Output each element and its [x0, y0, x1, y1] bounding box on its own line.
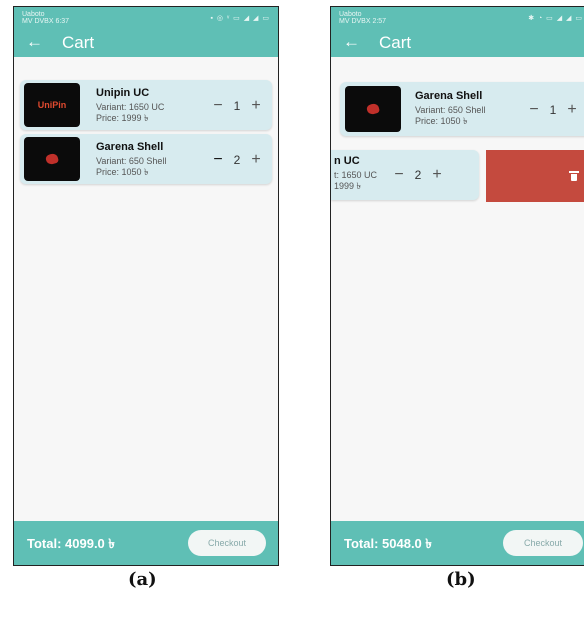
trash-icon[interactable] [569, 171, 579, 181]
status-left: Uaboto MV DVBX 2:57 [339, 11, 387, 25]
quantity-stepper: − 1 + [526, 101, 580, 119]
decrement-button[interactable]: − [391, 166, 407, 184]
quantity-stepper: − 2 + [210, 151, 264, 169]
item-name: Unipin UC [96, 87, 150, 99]
checkout-bar: Total: 5048.0 ৳ Checkout [331, 521, 584, 565]
caption-a: (a) [128, 569, 157, 590]
status-icons: ▪ ◎ ᵛ ▭ ◢ ◢ ▭ [210, 15, 270, 22]
item-price: Price: 1050 ৳ [96, 167, 149, 177]
item-name: Garena Shell [96, 141, 164, 153]
quantity-value: 1 [549, 103, 557, 117]
item-variant: t: 1650 UC [334, 170, 378, 180]
increment-button[interactable]: + [248, 97, 264, 115]
back-arrow-icon[interactable]: ← [343, 32, 360, 52]
decrement-button[interactable]: − [526, 101, 542, 119]
cart-item-garena[interactable]: Garena Shell Variant: 650 Shell Price: 1… [20, 134, 272, 184]
caption-b: (b) [446, 569, 476, 590]
item-variant: Variant: 650 Shell [96, 156, 167, 166]
checkout-button[interactable]: Checkout [503, 530, 583, 556]
cart-total: Total: 4099.0 ৳ [27, 536, 115, 551]
status-bar: Uaboto MV DVBX 6:37 ▪ ◎ ᵛ ▭ ◢ ◢ ▭ [14, 7, 278, 29]
cart-item-unipin-swiped[interactable]: n UC t: 1650 UC 1999 ৳ − 2 + [331, 150, 479, 200]
increment-button[interactable]: + [248, 151, 264, 169]
page-title: Cart [379, 33, 412, 52]
cart-item-garena[interactable]: Garena Shell Variant: 650 Shell Price: 1… [340, 82, 584, 136]
cart-total: Total: 5048.0 ৳ [344, 536, 432, 551]
item-price: Price: 1999 ৳ [96, 113, 149, 123]
item-name: n UC [334, 155, 360, 167]
quantity-value: 1 [233, 99, 241, 113]
product-thumbnail [345, 86, 401, 132]
app-bar: ← Cart [331, 29, 584, 57]
decrement-button[interactable]: − [210, 97, 226, 115]
status-icons: ✱ ◔ ▭ ◢ ◢ ▭ [528, 15, 583, 22]
decrement-button[interactable]: − [210, 151, 226, 169]
cart-item-unipin[interactable]: UniPin Unipin UC Variant: 1650 UC Price:… [20, 80, 272, 130]
item-variant: Variant: 1650 UC [96, 102, 165, 112]
garena-logo-icon [44, 152, 60, 166]
increment-button[interactable]: + [429, 166, 445, 184]
unipin-logo: UniPin [37, 100, 67, 110]
quantity-stepper: − 2 + [391, 166, 445, 184]
phone-screen-b: Uaboto MV DVBX 2:57 ✱ ◔ ▭ ◢ ◢ ▭ ← Cart G… [330, 6, 584, 566]
page-title: Cart [62, 33, 95, 52]
item-price: Price: 1050 ৳ [415, 116, 468, 126]
product-thumbnail [24, 137, 80, 181]
quantity-stepper: − 1 + [210, 97, 264, 115]
item-name: Garena Shell [415, 90, 483, 102]
item-price: 1999 ৳ [334, 181, 362, 191]
checkout-button[interactable]: Checkout [188, 530, 266, 556]
phone-screen-a: Uaboto MV DVBX 6:37 ▪ ◎ ᵛ ▭ ◢ ◢ ▭ ← Cart… [13, 6, 279, 566]
product-thumbnail: UniPin [24, 83, 80, 127]
status-bar: Uaboto MV DVBX 2:57 ✱ ◔ ▭ ◢ ◢ ▭ [331, 7, 584, 29]
quantity-value: 2 [233, 153, 241, 167]
back-arrow-icon[interactable]: ← [26, 32, 43, 52]
quantity-value: 2 [414, 168, 422, 182]
item-variant: Variant: 650 Shell [415, 105, 486, 115]
swipe-delete-action[interactable] [486, 150, 584, 202]
garena-logo-icon [365, 102, 381, 116]
increment-button[interactable]: + [564, 101, 580, 119]
status-left: Uaboto MV DVBX 6:37 [22, 11, 70, 25]
app-bar: ← Cart [14, 29, 278, 57]
checkout-bar: Total: 4099.0 ৳ Checkout [14, 521, 278, 565]
